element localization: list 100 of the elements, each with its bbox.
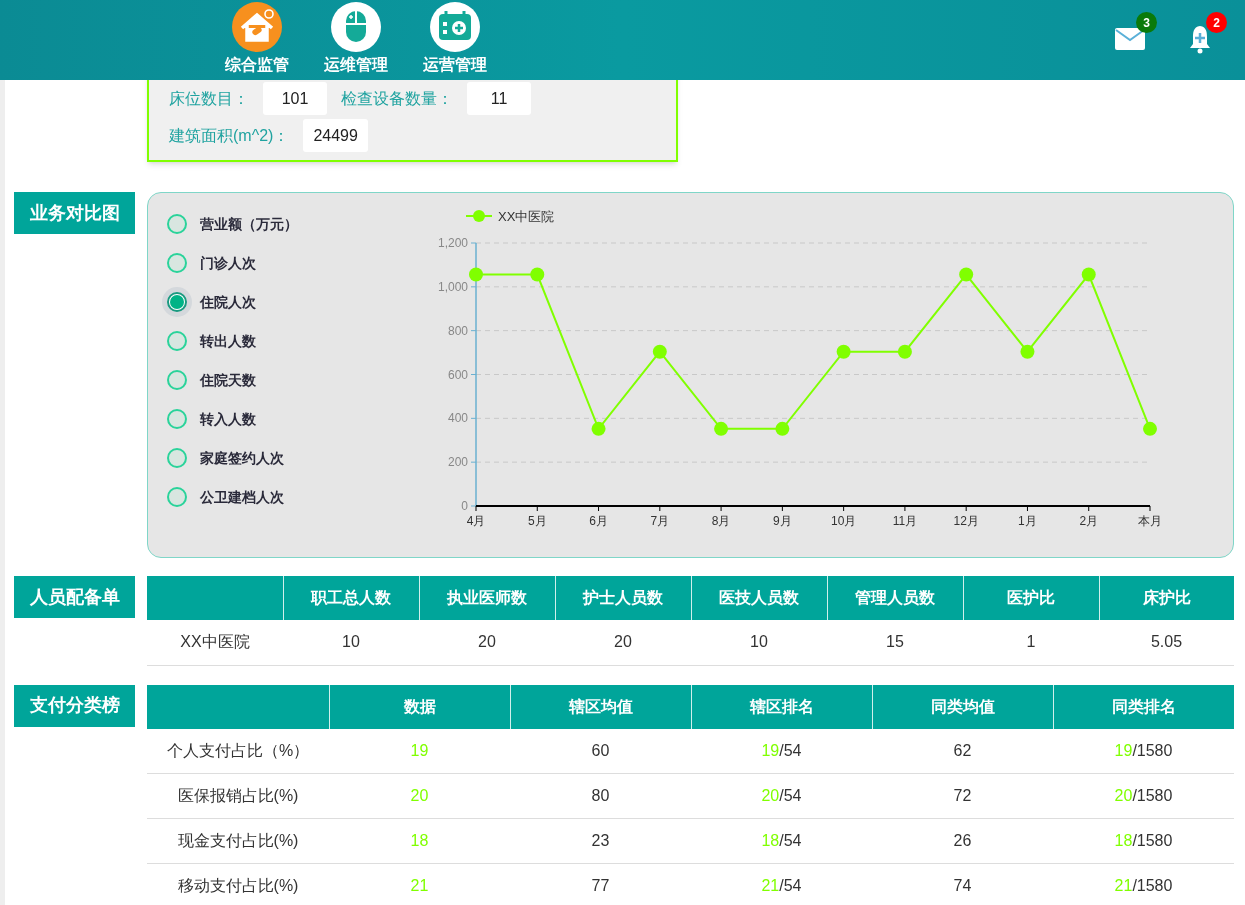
table-cell: 5.05 — [1099, 620, 1234, 665]
table-cell: 60 — [510, 728, 691, 774]
column-header: 同类排名 — [1053, 684, 1234, 729]
bell-icon — [1188, 24, 1212, 54]
table-cell: 20/1580 — [1053, 773, 1234, 819]
table-cell: 74 — [872, 863, 1053, 905]
table-cell: 现金支付占比(%) — [147, 818, 329, 864]
table-cell: 23 — [510, 818, 691, 864]
notification-button[interactable]: 2 — [1185, 12, 1227, 52]
data-point — [652, 344, 667, 359]
section-title: 支付分类榜 — [14, 684, 135, 727]
table-cell: 医保报销占比(%) — [147, 773, 329, 819]
column-header: 医护比 — [963, 576, 1099, 620]
mail-icon — [1115, 28, 1145, 50]
axis-label: 本月 — [1138, 514, 1162, 528]
radio-option[interactable]: 转入人数 — [162, 404, 428, 434]
table-cell: 20 — [555, 620, 691, 665]
section-title: 业务对比图 — [14, 192, 135, 234]
radio-option[interactable]: 住院天数 — [162, 365, 428, 395]
calendar-icon — [429, 2, 480, 52]
table-cell: 10 — [691, 620, 827, 665]
table-cell: 个人支付占比（%） — [147, 728, 329, 774]
table-cell: 62 — [872, 728, 1053, 774]
axis-label: 1,000 — [437, 279, 468, 294]
value-field: 11 — [467, 82, 531, 115]
axis-label: 4月 — [466, 514, 486, 528]
column-header: 数据 — [329, 684, 510, 729]
radio-option[interactable]: 公卫建档人次 — [162, 482, 428, 512]
value-field: 101 — [263, 82, 327, 115]
legend-marker — [465, 210, 493, 222]
column-header: 护士人员数 — [555, 576, 691, 620]
house-icon — [231, 2, 282, 52]
axis-label: 8月 — [711, 514, 731, 528]
table-cell: 21/54 — [691, 863, 872, 905]
radio-option[interactable]: 转出人数 — [162, 326, 428, 356]
table-cell: 18 — [329, 818, 510, 864]
radio-option[interactable]: 营业额（万元） — [162, 209, 428, 239]
axis-label: 0 — [461, 499, 468, 513]
axis-label: 11月 — [892, 514, 918, 528]
axis-label: 9月 — [773, 514, 792, 528]
count-badge: 2 — [1206, 12, 1227, 33]
legend-label: XX中医院 — [498, 209, 555, 224]
axis-label: 10月 — [830, 514, 857, 528]
data-point — [775, 421, 790, 436]
table-cell: 21/1580 — [1053, 863, 1234, 905]
data-point — [1020, 344, 1035, 359]
column-header: 管理人员数 — [827, 576, 963, 620]
axis-label: 2月 — [1079, 514, 1099, 528]
axis-label: 200 — [447, 455, 468, 470]
nav-link[interactable]: 综合监管 — [222, 2, 291, 75]
table-cell: 21 — [329, 863, 510, 905]
mail-button[interactable]: 3 — [1113, 12, 1157, 52]
section-title: 人员配备单 — [14, 576, 135, 618]
table-cell: 10 — [283, 620, 419, 665]
table-cell: 18/1580 — [1053, 818, 1234, 864]
field-label: 建筑面积(m^2)： — [169, 125, 290, 146]
field-label: 床位数目： — [169, 88, 249, 109]
column-header: 同类均值 — [872, 684, 1053, 729]
column-header: 职工总人数 — [283, 576, 419, 620]
nav-link[interactable]: 运营管理 — [420, 2, 489, 75]
table-cell: 20 — [419, 620, 555, 665]
data-point — [591, 421, 606, 436]
table-cell: 19/1580 — [1053, 728, 1234, 774]
table-cell: 72 — [872, 773, 1053, 819]
table-cell: 20/54 — [691, 773, 872, 819]
axis-label: 12月 — [953, 514, 979, 528]
column-header: 执业医师数 — [419, 576, 555, 620]
table-cell: 77 — [510, 863, 691, 905]
table-cell: XX中医院 — [147, 620, 283, 665]
axis-label: 1,200 — [437, 236, 468, 250]
data-point — [1081, 267, 1096, 282]
radio-option[interactable]: 住院人次 — [162, 287, 428, 317]
axis-label: 800 — [447, 323, 468, 338]
data-point — [959, 267, 974, 282]
axis-label: 400 — [447, 411, 468, 426]
column-header: 床护比 — [1099, 576, 1234, 620]
table-cell: 20 — [329, 773, 510, 819]
table-cell: 移动支付占比(%) — [147, 863, 329, 905]
table-cell: 26 — [872, 818, 1053, 864]
nav-link[interactable]: 运维管理 — [321, 2, 390, 75]
table-cell: 80 — [510, 773, 691, 819]
radio-button[interactable] — [162, 287, 192, 317]
axis-label: 1月 — [1018, 514, 1037, 528]
data-point — [469, 267, 483, 282]
field-label: 检查设备数量： — [341, 88, 453, 109]
axis-label: 7月 — [650, 514, 670, 528]
axis-label: 6月 — [589, 514, 608, 528]
column-header: 辖区均值 — [510, 684, 691, 729]
column-header: 辖区排名 — [691, 684, 872, 729]
radio-option[interactable]: 家庭签约人次 — [162, 443, 428, 473]
column-header: 医技人员数 — [691, 576, 827, 620]
radio-option[interactable]: 门诊人次 — [162, 248, 428, 278]
data-point — [1143, 421, 1157, 436]
table-cell: 1 — [963, 620, 1099, 665]
data-point — [530, 267, 545, 282]
axis-label: 600 — [447, 367, 468, 382]
value-field: 24499 — [303, 119, 368, 152]
axis-label: 5月 — [527, 514, 547, 528]
table-cell: 15 — [827, 620, 963, 665]
data-point — [714, 421, 729, 436]
